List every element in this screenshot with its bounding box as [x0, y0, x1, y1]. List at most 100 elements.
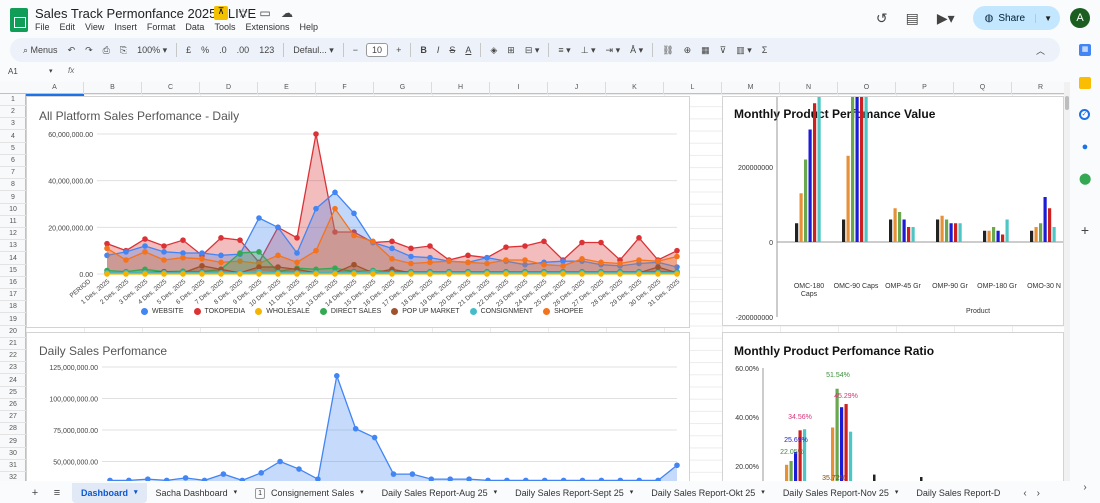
legend-item[interactable]: DIRECT SALES	[319, 308, 381, 315]
column-header-O[interactable]: O	[838, 82, 896, 94]
row-header-10[interactable]: 10	[0, 204, 26, 216]
column-header-C[interactable]: C	[142, 82, 200, 94]
column-header-R[interactable]: R	[1012, 82, 1064, 94]
currency-format-button[interactable]: £	[181, 45, 196, 55]
tab-scroll-right-icon[interactable]: ›	[1037, 488, 1040, 499]
functions-icon[interactable]: Σ	[757, 45, 773, 55]
row-header-25[interactable]: 25	[0, 387, 26, 399]
row-header-16[interactable]: 16	[0, 277, 26, 289]
row-header-4[interactable]: 4	[0, 131, 26, 143]
menu-insert[interactable]: Insert	[114, 22, 137, 32]
bold-icon[interactable]: B	[415, 45, 432, 55]
tab-caret-icon[interactable]: ▾	[234, 483, 238, 503]
name-box-caret-icon[interactable]: ▾	[49, 67, 53, 75]
chart-all-platform-daily[interactable]: All Platform Sales Perfomance - Daily 60…	[26, 96, 690, 328]
chart-monthly-product-ratio[interactable]: Monthly Product Perfomance Ratio 60.00% 4…	[722, 332, 1064, 481]
row-header-26[interactable]: 26	[0, 399, 26, 411]
chart-monthly-product-value[interactable]: Monthly Product Perfomance Value 6000000…	[722, 96, 1064, 326]
tab-caret-icon[interactable]: ▾	[761, 483, 765, 503]
scroll-thumb[interactable]	[1065, 96, 1069, 110]
keep-icon[interactable]	[1079, 77, 1091, 89]
legend-item[interactable]: CONSIGNMENT	[469, 308, 533, 315]
menu-file[interactable]: File	[35, 22, 50, 32]
menu-edit[interactable]: Edit	[60, 22, 76, 32]
macro-badge-icon[interactable]: ⊼	[214, 6, 228, 20]
avatar[interactable]: A	[1070, 8, 1090, 28]
filter-views-icon[interactable]: ▥ ▾	[731, 45, 757, 56]
row-header-5[interactable]: 5	[0, 143, 26, 155]
row-header-27[interactable]: 27	[0, 411, 26, 424]
menu-format[interactable]: Format	[147, 22, 176, 32]
text-color-icon[interactable]: A	[460, 45, 476, 55]
tab-caret-icon[interactable]: ▾	[895, 483, 899, 503]
column-header-B[interactable]: B	[84, 82, 142, 94]
row-header-12[interactable]: 12	[0, 228, 26, 241]
column-header-D[interactable]: D	[200, 82, 258, 94]
all-sheets-icon[interactable]: ≡	[46, 487, 68, 499]
meet-icon[interactable]: ▶▾	[937, 10, 955, 27]
column-header-A[interactable]: A	[26, 82, 84, 94]
tab-caret-icon[interactable]: ▾	[360, 483, 364, 503]
row-header-30[interactable]: 30	[0, 448, 26, 460]
column-header-N[interactable]: N	[780, 82, 838, 94]
star-icon[interactable]: ☆	[236, 6, 250, 20]
row-header-21[interactable]: 21	[0, 338, 26, 350]
row-header-29[interactable]: 29	[0, 436, 26, 448]
legend-item[interactable]: WEBSITE	[141, 308, 184, 315]
row-header-11[interactable]: 11	[0, 216, 26, 228]
column-header-M[interactable]: M	[722, 82, 780, 94]
tab-sacha-dashboard[interactable]: Sacha Dashboard ▾	[147, 483, 247, 503]
sheets-logo-icon[interactable]	[10, 8, 28, 32]
row-header-31[interactable]: 31	[0, 460, 26, 472]
cloud-status-icon[interactable]: ☁	[280, 6, 294, 20]
row-header-20[interactable]: 20	[0, 326, 26, 338]
row-header-22[interactable]: 22	[0, 350, 26, 363]
share-main[interactable]: ◍ Share	[973, 13, 1035, 24]
text-rotation-icon[interactable]: Å ▾	[625, 45, 648, 56]
column-header-F[interactable]: F	[316, 82, 374, 94]
row-header-24[interactable]: 24	[0, 375, 26, 387]
row-header-6[interactable]: 6	[0, 155, 26, 167]
collapse-toolbar-icon[interactable]: ︿	[1031, 44, 1050, 57]
menu-data[interactable]: Data	[185, 22, 204, 32]
column-header-G[interactable]: G	[374, 82, 432, 94]
column-header-E[interactable]: E	[258, 82, 316, 94]
legend-item[interactable]: POP UP MARKET	[391, 308, 460, 315]
zoom-select[interactable]: 100% ▾	[132, 45, 172, 56]
borders-icon[interactable]: ⊞	[502, 45, 520, 56]
column-header-K[interactable]: K	[606, 82, 664, 94]
row-header-3[interactable]: 3	[0, 118, 26, 131]
text-wrap-icon[interactable]: ⇥ ▾	[601, 45, 626, 56]
number-format-button[interactable]: 123	[254, 45, 279, 55]
column-header-J[interactable]: J	[548, 82, 606, 94]
tab-daily-sales-sept[interactable]: Daily Sales Report-Sept 25 ▾	[506, 483, 642, 503]
tab-caret-icon[interactable]: ▾	[494, 483, 498, 503]
search-menus[interactable]: ⌕ Menus	[18, 45, 63, 56]
row-header-15[interactable]: 15	[0, 265, 26, 277]
insert-comment-icon[interactable]: ⊕	[679, 45, 697, 56]
tasks-icon[interactable]: ✓	[1079, 109, 1090, 120]
add-sheet-icon[interactable]: +	[24, 487, 46, 499]
tab-caret-icon[interactable]: ▾	[630, 483, 634, 503]
undo-icon[interactable]: ↶	[63, 45, 81, 56]
redo-icon[interactable]: ↷	[80, 45, 98, 56]
tab-daily-sales-nov[interactable]: Daily Sales Report-Nov 25 ▾	[774, 483, 908, 503]
tab-scroll-left-icon[interactable]: ‹	[1023, 488, 1026, 499]
row-header-32[interactable]: 32	[0, 472, 26, 481]
row-header-8[interactable]: 8	[0, 179, 26, 192]
share-button[interactable]: ◍ Share ▼	[972, 6, 1060, 30]
font-select[interactable]: Defaul... ▾	[288, 45, 339, 56]
comments-icon[interactable]: ▤	[906, 10, 919, 27]
column-header-I[interactable]: I	[490, 82, 548, 94]
row-header-14[interactable]: 14	[0, 253, 26, 265]
font-size-decrease-button[interactable]: −	[348, 45, 363, 55]
paint-format-icon[interactable]: ⎘	[115, 45, 132, 56]
row-header-2[interactable]: 2	[0, 106, 26, 119]
name-box[interactable]: A1	[8, 67, 18, 76]
menu-view[interactable]: View	[85, 22, 104, 32]
tab-consignement-sales[interactable]: 1 Consignement Sales ▾	[246, 483, 372, 503]
menu-help[interactable]: Help	[299, 22, 318, 32]
column-header-Q[interactable]: Q	[954, 82, 1012, 94]
contacts-icon[interactable]: ●	[1079, 141, 1091, 153]
fill-color-icon[interactable]: ◈	[485, 45, 502, 56]
